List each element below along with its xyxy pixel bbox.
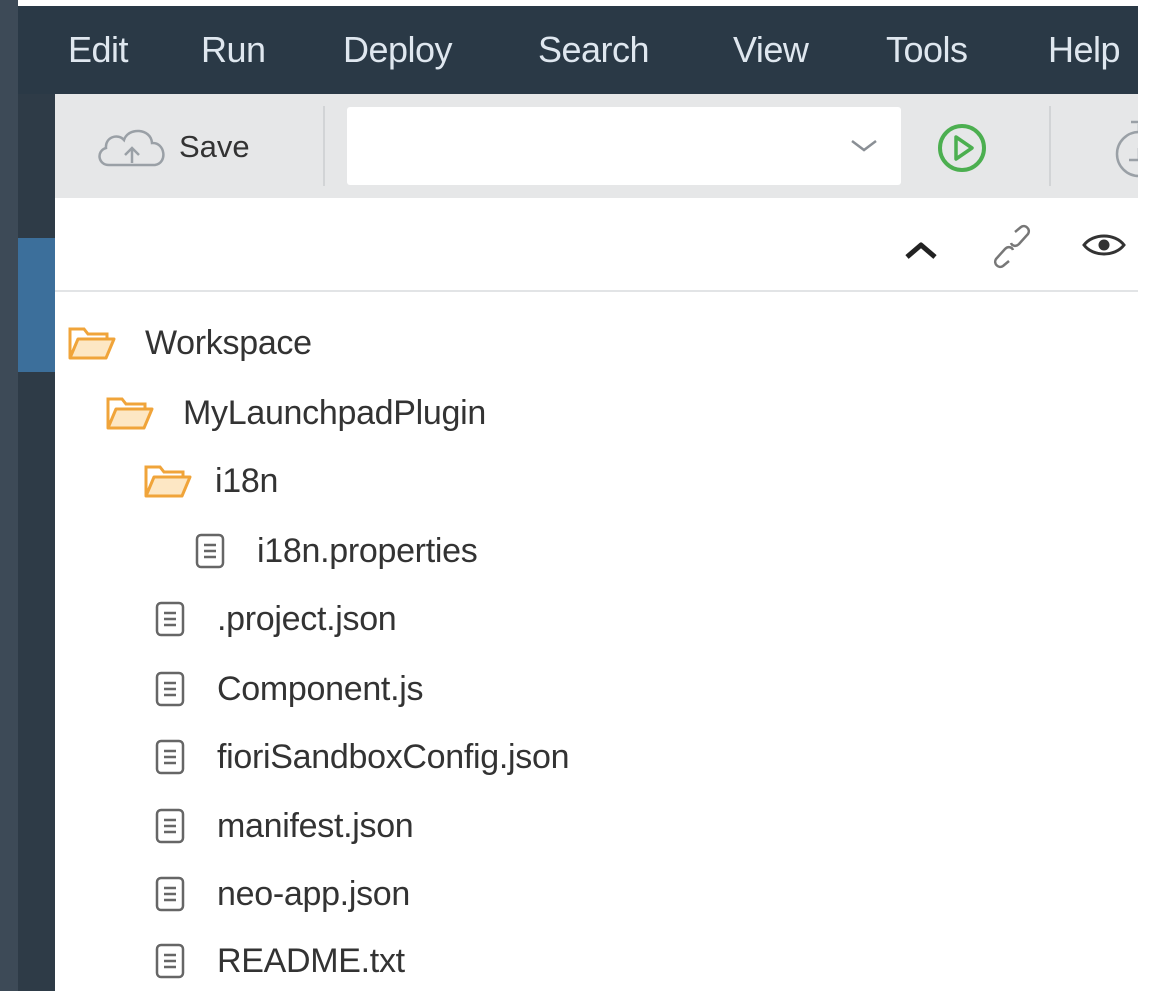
- file-icon: [155, 876, 185, 912]
- folder-open-icon: [68, 327, 116, 360]
- folder-open-icon: [144, 465, 192, 498]
- tree-item-file[interactable]: neo-app.json: [155, 865, 410, 923]
- tree-label: fioriSandboxConfig.json: [217, 737, 570, 776]
- tree-item-i18n-properties[interactable]: i18n.properties: [195, 522, 478, 580]
- tree-item-project[interactable]: MyLaunchpadPlugin: [105, 384, 486, 442]
- folder-open-icon: [106, 397, 154, 430]
- menu-search[interactable]: Search: [538, 28, 650, 72]
- explorer-header: [55, 198, 1138, 292]
- menu-run[interactable]: Run: [201, 28, 266, 72]
- tree-item-file[interactable]: Component.js: [155, 660, 423, 718]
- tree-label: neo-app.json: [217, 874, 410, 913]
- file-icon: [155, 808, 185, 844]
- file-icon: [155, 739, 185, 775]
- save-label: Save: [179, 129, 250, 164]
- cloud-upload-icon: [98, 129, 165, 167]
- stopwatch-icon[interactable]: [1103, 114, 1143, 178]
- menu-deploy[interactable]: Deploy: [343, 28, 453, 72]
- menu-view[interactable]: View: [733, 28, 809, 72]
- sidebar-active-item[interactable]: [18, 238, 55, 372]
- eye-icon[interactable]: [1081, 230, 1127, 260]
- toolbar: Save: [55, 94, 1143, 198]
- menu-help[interactable]: Help: [1048, 28, 1121, 72]
- tree-label: Workspace: [145, 323, 312, 362]
- file-icon: [155, 601, 185, 637]
- tree-label: manifest.json: [217, 806, 414, 845]
- file-icon: [155, 671, 185, 707]
- tree-item-file[interactable]: manifest.json: [155, 797, 414, 855]
- tree-label: i18n.properties: [257, 531, 478, 570]
- tree-label: Component.js: [217, 669, 424, 708]
- file-icon: [155, 943, 185, 979]
- play-circle-icon[interactable]: [936, 122, 988, 174]
- tree-item-workspace[interactable]: Workspace: [67, 314, 312, 372]
- menu-edit[interactable]: Edit: [68, 28, 129, 72]
- tree-item-file[interactable]: .project.json: [155, 590, 397, 648]
- left-sidebar: [18, 94, 55, 991]
- save-button[interactable]: Save: [93, 119, 250, 175]
- menu-bar: Edit Run Deploy Search View Tools Help: [18, 6, 1138, 94]
- tree-item-file[interactable]: README.txt: [155, 932, 405, 990]
- file-icon: [195, 533, 225, 569]
- link-icon[interactable]: [991, 224, 1033, 270]
- chevron-up-icon[interactable]: [903, 238, 939, 262]
- chevron-down-icon: [851, 140, 877, 152]
- window-edge: [1138, 0, 1151, 991]
- tree-item-file[interactable]: fioriSandboxConfig.json: [155, 728, 570, 786]
- tree-label: MyLaunchpadPlugin: [183, 393, 487, 432]
- tree-label: README.txt: [217, 941, 405, 980]
- window-edge: [0, 0, 18, 991]
- menu-tools[interactable]: Tools: [886, 28, 968, 72]
- toolbar-separator: [323, 106, 325, 186]
- toolbar-separator: [1049, 106, 1051, 186]
- tree-item-i18n-folder[interactable]: i18n: [143, 452, 278, 510]
- tree-label: .project.json: [217, 599, 397, 638]
- file-tree: Workspace MyLaunchpadPlugin i18n i18n.pr…: [55, 292, 1138, 991]
- tree-label: i18n: [215, 461, 279, 500]
- run-configuration-select[interactable]: [347, 107, 901, 185]
